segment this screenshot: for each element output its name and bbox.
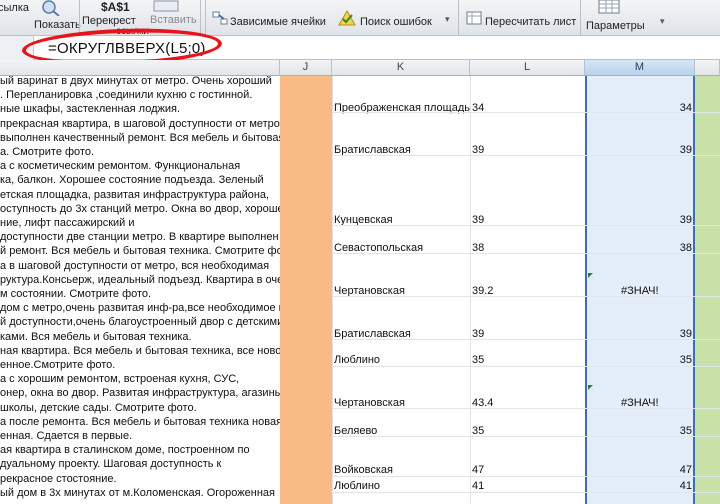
cell-station[interactable]: Войковская — [334, 464, 393, 476]
ribbon-cell-ref-button[interactable]: $A$1 — [101, 0, 130, 14]
cell-value-l[interactable]: 41 — [472, 480, 484, 492]
description-line: прекрасная квартира, в шаговой доступнос… — [0, 117, 280, 130]
row-divider — [332, 112, 720, 113]
description-line: . Перепланировка ,соединили кухню с гост… — [0, 89, 253, 102]
description-line: онер, окна во двор. Развитая инфраструкт… — [0, 387, 280, 400]
ribbon-dependents-button[interactable]: Зависимые ячейки — [230, 16, 326, 28]
description-line: ками. Вся мебель и бытовая техника. — [0, 330, 192, 343]
cell-value-m[interactable]: 47 — [588, 464, 692, 476]
column-n-fill — [695, 76, 720, 504]
column-header-i[interactable] — [0, 60, 280, 76]
error-indicator-icon[interactable] — [588, 273, 593, 278]
description-line: й доступности,очень благоустроенный двор… — [0, 316, 280, 329]
row-divider — [332, 225, 720, 226]
insert-function-icon — [152, 0, 180, 15]
row-divider — [332, 339, 720, 340]
description-line: й ремонт. Вся мебель и бытовая техника. … — [0, 245, 280, 258]
column-j-fill — [280, 76, 332, 504]
error-check-icon — [338, 9, 356, 29]
ribbon-show-button[interactable]: Показать — [34, 19, 81, 31]
params-chevron-down-icon[interactable]: ▾ — [660, 16, 665, 27]
row-divider — [332, 492, 720, 493]
ribbon-recalc-button[interactable]: Пересчитать лист — [485, 16, 576, 28]
row-divider — [332, 366, 720, 367]
cell-value-l[interactable]: 47 — [472, 464, 484, 476]
description-line: дом с метро,очень развитая инф-ра,все не… — [0, 302, 280, 315]
calc-options-icon — [598, 0, 620, 17]
description-line: ый варинат в двух минутах от метро. Очен… — [0, 76, 272, 87]
description-line: ние, лифт пассажирский и — [0, 217, 135, 229]
column-header-l[interactable]: L — [470, 60, 585, 76]
row-divider — [332, 476, 720, 477]
row-divider — [332, 155, 720, 156]
description-line: оступность до 3х станций метро. Окна во … — [0, 202, 280, 215]
description-line: доступности две станции метро. В квартир… — [0, 231, 279, 244]
description-line: ка, балкон. Хорошее состояние подъезда. … — [0, 174, 264, 187]
description-line: а с хорошим ремонтом, встроеная кухня, С… — [0, 373, 240, 386]
description-line: а после ремонта. Вся мебель и бытовая те… — [0, 415, 280, 428]
description-line: выполнен качественный ремонт. Вся мебель… — [0, 131, 280, 144]
ribbon-error-check-button[interactable]: Поиск ошибок — [360, 16, 432, 28]
column-header-j[interactable]: J — [280, 60, 332, 76]
row-divider — [332, 408, 720, 409]
cell-value-l[interactable]: 35 — [472, 354, 484, 366]
description-line: школы, детские сады. Смотрите фото. — [0, 401, 197, 414]
ribbon-params-button[interactable]: Параметры — [586, 20, 645, 32]
cell-station[interactable]: Люблино — [334, 354, 380, 366]
row-divider — [332, 253, 720, 254]
magnifier-icon — [40, 0, 60, 19]
description-line: а с косметическим ремонтом. Функциональн… — [0, 160, 241, 173]
description-line: а в шаговой доступности от метро, вся не… — [0, 259, 270, 272]
cell-station[interactable]: Люблино — [334, 480, 380, 492]
column-header-k[interactable]: K — [332, 60, 470, 76]
error-indicator-icon[interactable] — [588, 385, 593, 390]
chevron-down-icon[interactable]: ▾ — [445, 14, 450, 25]
recalc-sheet-icon — [466, 10, 482, 29]
description-line: рекрасное стостояние. — [0, 472, 117, 485]
spreadsheet-grid[interactable]: ый варинат в двух минутах от метро. Очен… — [0, 76, 720, 504]
dependents-icon — [212, 11, 228, 28]
ribbon-insert-button[interactable]: Вставить — [150, 14, 197, 26]
description-line: ные шкафы, застекленная лоджия. — [0, 103, 181, 116]
ribbon-link-button[interactable]: сылка — [0, 2, 29, 14]
description-line: енная. Сдается в первые. — [0, 430, 133, 442]
cell-value-m[interactable]: 35 — [588, 354, 692, 366]
row-divider — [332, 436, 720, 437]
description-line: дуальному проекту. Шаговая доступность к — [0, 458, 222, 471]
column-header-n[interactable] — [695, 60, 720, 76]
column-header-m[interactable]: M — [585, 60, 695, 76]
description-line: руктура.Консьерж, идеальный подъезд. Ква… — [0, 273, 280, 286]
description-line: ная квартира. Вся мебель и бытовая техни… — [0, 344, 280, 357]
description-line: а. Смотрите фото. — [0, 146, 95, 158]
description-line: ый дом в 3х минутах от м.Коломенская. Ог… — [0, 486, 275, 499]
description-line: м состоянии. Смотрите фото. — [0, 288, 152, 300]
description-line: етская площадка, развитая инфраструктура… — [0, 188, 270, 201]
description-line: ая квартира в сталинском доме, построенн… — [0, 444, 250, 457]
cell-value-m[interactable]: 41 — [588, 480, 692, 492]
row-divider — [332, 296, 720, 297]
description-line: енное.Смотрите фото. — [0, 359, 116, 371]
